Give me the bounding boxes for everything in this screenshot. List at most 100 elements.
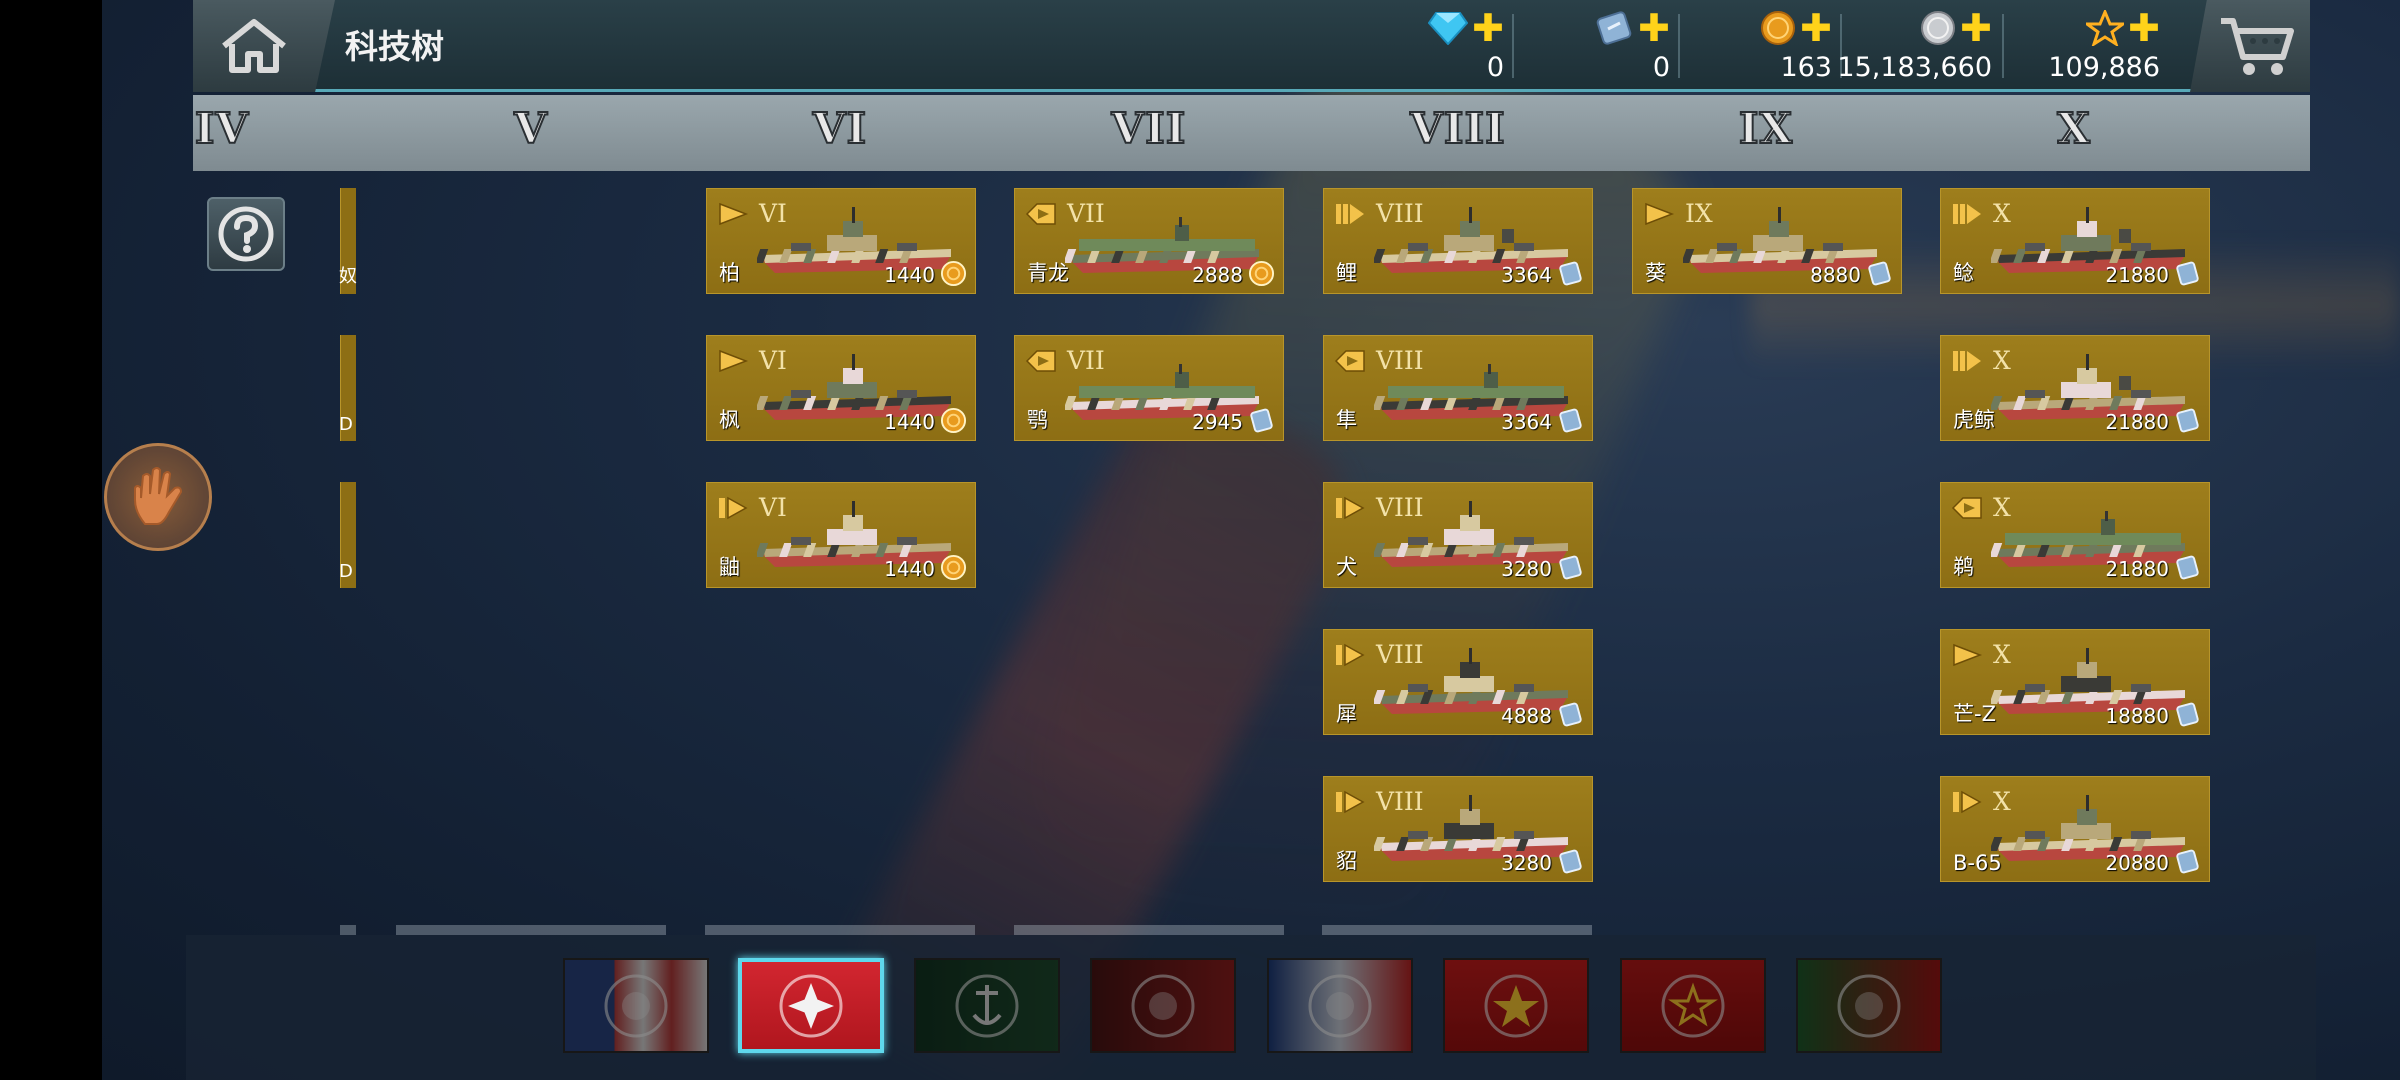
silver-ticket-icon bbox=[1250, 408, 1273, 433]
ship-price: 3280 bbox=[1501, 851, 1552, 875]
ship-card[interactable]: VIII 犀 4888 bbox=[1323, 629, 1593, 735]
carrier-class-icon bbox=[1025, 350, 1056, 372]
silver-ticket-icon bbox=[2176, 261, 2199, 286]
nation-flag-china[interactable] bbox=[1620, 958, 1766, 1053]
ship-card[interactable]: VIII 犬 3280 bbox=[1323, 482, 1593, 588]
ship-card[interactable]: X 鹈 21880 bbox=[1940, 482, 2210, 588]
destroyer-class-icon bbox=[719, 202, 749, 226]
scroll-stub bbox=[705, 925, 975, 935]
nation-flag-uk[interactable] bbox=[1090, 958, 1236, 1053]
ship-tier: X bbox=[1993, 640, 2011, 669]
ship-price: 2945 bbox=[1192, 410, 1243, 434]
scroll-stub bbox=[1014, 925, 1284, 935]
carrier-class-icon bbox=[1025, 203, 1056, 225]
ship-tier: VIII bbox=[1376, 787, 1424, 816]
currency-silver-coin[interactable]: ✚ 15,183,660 bbox=[1837, 6, 1998, 86]
plus-icon[interactable]: ✚ bbox=[1800, 9, 1832, 47]
ussr-emblem-icon bbox=[1484, 974, 1548, 1037]
ship-name: 犀 bbox=[1336, 702, 1357, 726]
ship-card[interactable]: IX 葵 8880 bbox=[1632, 188, 1902, 294]
cruiser-class-icon bbox=[1953, 790, 1982, 814]
silver-ticket-icon bbox=[1559, 849, 1582, 874]
ship-price: 3280 bbox=[1501, 557, 1552, 581]
ship-card[interactable]: X B-65 20880 bbox=[1940, 776, 2210, 882]
tier-label: IV bbox=[194, 103, 250, 154]
silver-ticket-icon bbox=[1559, 261, 1582, 286]
ship-tier: X bbox=[1993, 199, 2011, 228]
ship-tier: VI bbox=[759, 199, 787, 228]
japan-emblem-icon bbox=[779, 974, 843, 1037]
cruiser-class-icon bbox=[1336, 496, 1365, 520]
plus-icon[interactable]: ✚ bbox=[1638, 9, 1670, 47]
ship-name: 虎鲸 bbox=[1953, 408, 1995, 432]
ship-name: 鹈 bbox=[1953, 555, 1974, 579]
ship-tier: VII bbox=[1067, 346, 1105, 375]
ship-card[interactable]: VI 枫 1440 bbox=[706, 335, 976, 441]
page-title: 科技树 bbox=[345, 27, 444, 66]
ship-price: 8880 bbox=[1810, 263, 1861, 287]
divider bbox=[1512, 14, 1514, 78]
silver-ticket-icon bbox=[2176, 555, 2199, 580]
ship-card[interactable]: VII 青龙 2888 bbox=[1014, 188, 1284, 294]
carrier-class-icon bbox=[1334, 350, 1365, 372]
currency-gold-coin[interactable]: ✚ 163 bbox=[1700, 6, 1838, 86]
tier-label: X bbox=[2056, 103, 2091, 154]
plus-icon[interactable]: ✚ bbox=[2128, 9, 2160, 47]
currency-value: 15,183,660 bbox=[1837, 52, 1992, 83]
ship-price: 2888 bbox=[1192, 263, 1243, 287]
nation-flag-usa[interactable] bbox=[563, 958, 709, 1053]
ship-card[interactable]: VIII 貂 3280 bbox=[1323, 776, 1593, 882]
cart-icon bbox=[2221, 18, 2294, 75]
cruiser-class-icon bbox=[719, 496, 748, 520]
germany-emblem-icon bbox=[955, 974, 1019, 1037]
drag-hand-button[interactable] bbox=[104, 443, 212, 551]
partial-ship-card[interactable]: 奴 bbox=[339, 188, 357, 294]
home-button[interactable] bbox=[193, 0, 335, 92]
silver-ticket-icon bbox=[2176, 408, 2199, 433]
ship-card[interactable]: X 鲶 21880 bbox=[1940, 188, 2210, 294]
ship-card[interactable]: X 虎鲸 21880 bbox=[1940, 335, 2210, 441]
ship-card[interactable]: VIII 隼 3364 bbox=[1323, 335, 1593, 441]
nation-flag-japan[interactable] bbox=[738, 958, 884, 1053]
silver-ticket-icon bbox=[1559, 702, 1582, 727]
ship-card[interactable]: VI 柏 1440 bbox=[706, 188, 976, 294]
ship-card[interactable]: VI 鼬 1440 bbox=[706, 482, 976, 588]
ship-name: 隼 bbox=[1336, 408, 1357, 432]
partial-ship-card[interactable]: D bbox=[339, 482, 356, 588]
ship-name: 葵 bbox=[1645, 261, 1666, 285]
nation-flag-france[interactable] bbox=[1267, 958, 1413, 1053]
ship-price: 3364 bbox=[1501, 410, 1552, 434]
ship-tier: VIII bbox=[1376, 199, 1424, 228]
ship-card[interactable]: VII 鹗 2945 bbox=[1014, 335, 1284, 441]
ship-card[interactable]: VIII 鲤 3364 bbox=[1323, 188, 1593, 294]
gold-coin-icon bbox=[1248, 260, 1275, 287]
nation-flag-italy[interactable] bbox=[1796, 958, 1942, 1053]
ship-name: 鲶 bbox=[1953, 261, 1974, 285]
italy-emblem-icon bbox=[1837, 974, 1901, 1037]
currency-silver-ticket[interactable]: ✚ 0 bbox=[1570, 6, 1676, 86]
nation-flag-ussr[interactable] bbox=[1443, 958, 1589, 1053]
tier-label: VII bbox=[1111, 103, 1187, 154]
battleship-class-icon bbox=[1953, 204, 1981, 224]
divider bbox=[1678, 14, 1680, 78]
france-emblem-icon bbox=[1308, 974, 1372, 1037]
shop-button[interactable] bbox=[2190, 0, 2310, 92]
help-button[interactable] bbox=[207, 197, 285, 271]
plus-icon[interactable]: ✚ bbox=[1960, 9, 1992, 47]
battleship-class-icon bbox=[1336, 204, 1364, 224]
ship-card[interactable]: X 芒-Z 18880 bbox=[1940, 629, 2210, 735]
currency-diamond[interactable]: ✚ 0 bbox=[1410, 6, 1510, 86]
ship-price: 1440 bbox=[884, 557, 935, 581]
plus-icon[interactable]: ✚ bbox=[1472, 9, 1504, 47]
ship-tier: VIII bbox=[1376, 493, 1424, 522]
destroyer-class-icon bbox=[1645, 202, 1675, 226]
gold-coin-icon bbox=[940, 407, 967, 434]
ship-name: 鲤 bbox=[1336, 261, 1357, 285]
nation-flag-germany[interactable] bbox=[914, 958, 1060, 1053]
ship-name: 鹗 bbox=[1027, 408, 1048, 432]
partial-ship-card[interactable]: D bbox=[339, 335, 356, 441]
tech-tree-screen: 科技树 ✚ 0 ✚ 0 ✚ 163 ✚ 15,183,660 ✚ 109,886… bbox=[0, 0, 2400, 1080]
ship-price: 20880 bbox=[2105, 851, 2169, 875]
gold-coin-icon bbox=[1761, 11, 1796, 45]
currency-star[interactable]: ✚ 109,886 bbox=[2014, 6, 2166, 86]
